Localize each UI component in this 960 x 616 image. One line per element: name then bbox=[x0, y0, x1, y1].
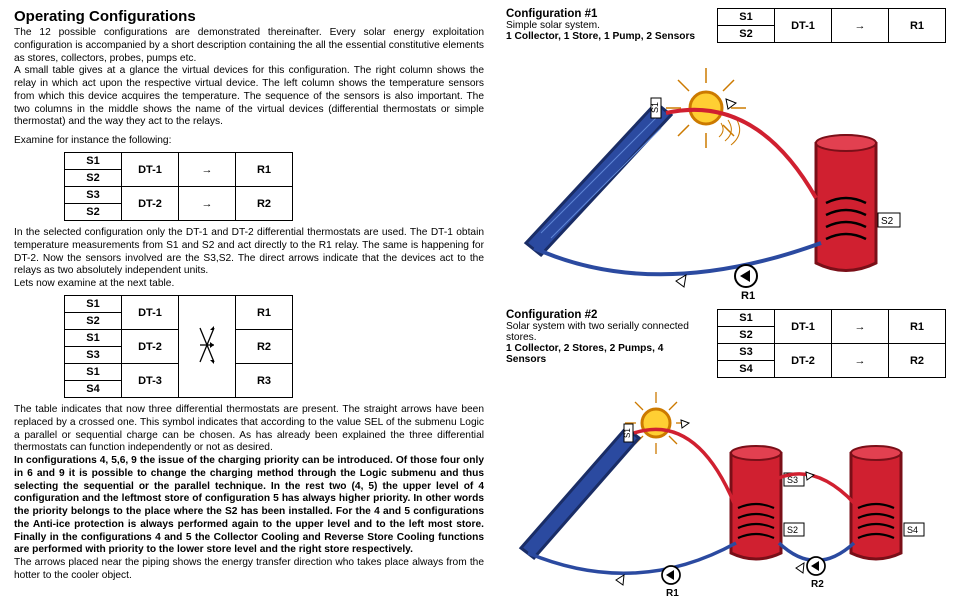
table-b-sensor: S1 bbox=[65, 364, 122, 381]
table-a-sensor: S2 bbox=[65, 170, 122, 187]
examine-line: Examine for instance the following: bbox=[14, 135, 484, 146]
table-a-sensor: S3 bbox=[65, 187, 122, 204]
table-b-device: DT-1 bbox=[122, 296, 179, 330]
table-b-sensor: S1 bbox=[65, 296, 122, 313]
config2-relay: R2 bbox=[889, 344, 946, 378]
arrow-right-icon: → bbox=[832, 344, 889, 378]
config1-relay: R1 bbox=[889, 9, 946, 43]
config2-sensor: S3 bbox=[718, 344, 775, 361]
table-b-sensor: S4 bbox=[65, 381, 122, 398]
config1-summary: 1 Collector, 1 Store, 1 Pump, 2 Sensors bbox=[506, 31, 697, 42]
arrows-note: The arrows placed near the piping shows … bbox=[14, 557, 484, 583]
table-a-sensor: S2 bbox=[65, 204, 122, 221]
arrow-right-icon: → bbox=[832, 310, 889, 344]
table-b-relay: R1 bbox=[236, 296, 293, 330]
config2-sensor: S4 bbox=[718, 361, 775, 378]
arrow-right-icon: → bbox=[832, 9, 889, 43]
s2-label: S2 bbox=[787, 525, 798, 535]
table-a-sensor: S1 bbox=[65, 153, 122, 170]
priority-paragraph: In configurations 4, 5,6, 9 the issue of… bbox=[14, 455, 484, 557]
config1-sensor: S2 bbox=[718, 26, 775, 43]
arrow-right-icon: → bbox=[179, 187, 236, 221]
config2-diagram: S1 S3 S2 S4 R1 bbox=[506, 378, 946, 608]
table-b-relay: R3 bbox=[236, 364, 293, 398]
config2-device-table: S1 DT-1 → R1 S2 S3 DT-2 → R2 S4 bbox=[717, 309, 946, 378]
r1-label: R1 bbox=[666, 588, 679, 599]
table-b-device: DT-3 bbox=[122, 364, 179, 398]
config2-relay: R1 bbox=[889, 310, 946, 344]
intro-paragraph-2: A small table gives at a glance the virt… bbox=[14, 65, 484, 129]
config2-title: Configuration #2 bbox=[506, 309, 697, 321]
config1-title: Configuration #1 bbox=[506, 8, 697, 20]
table-b-sensor: S2 bbox=[65, 313, 122, 330]
r1-label: R1 bbox=[741, 290, 755, 302]
config1-subtitle: Simple solar system. bbox=[506, 20, 697, 31]
config2-sensor: S1 bbox=[718, 310, 775, 327]
intro-paragraph-1: The 12 possible configurations are demon… bbox=[14, 27, 484, 65]
config2-device: DT-2 bbox=[775, 344, 832, 378]
table-b-device: DT-2 bbox=[122, 330, 179, 364]
table-b-sensor: S3 bbox=[65, 347, 122, 364]
config2-sensor: S2 bbox=[718, 327, 775, 344]
s4-label: S4 bbox=[907, 525, 918, 535]
config2-device: DT-1 bbox=[775, 310, 832, 344]
s1-label: S1 bbox=[650, 102, 660, 113]
device-table-b: S1 DT-1 R1 S2 S1 DT-2 bbox=[64, 295, 293, 398]
config1-diagram: S1 S2 R1 bbox=[506, 43, 926, 303]
table-a-relay: R2 bbox=[236, 187, 293, 221]
explain-table-a: In the selected configuration only the D… bbox=[14, 227, 484, 278]
table-a-device: DT-1 bbox=[122, 153, 179, 187]
page-title: Operating Configurations bbox=[14, 8, 484, 25]
s2-label: S2 bbox=[881, 216, 894, 227]
arrow-right-icon: → bbox=[179, 153, 236, 187]
table-a-device: DT-2 bbox=[122, 187, 179, 221]
config1-device: DT-1 bbox=[775, 9, 832, 43]
config2-summary: 1 Collector, 2 Stores, 2 Pumps, 4 Sensor… bbox=[506, 343, 697, 365]
config1-device-table: S1 DT-1 → R1 S2 bbox=[717, 8, 946, 43]
config1-sensor: S1 bbox=[718, 9, 775, 26]
table-a-relay: R1 bbox=[236, 153, 293, 187]
s1-label: S1 bbox=[623, 428, 632, 438]
table-b-sensor: S1 bbox=[65, 330, 122, 347]
crossed-arrows-icon bbox=[179, 296, 236, 398]
table-b-relay: R2 bbox=[236, 330, 293, 364]
r2-label: R2 bbox=[811, 579, 824, 590]
config2-subtitle: Solar system with two serially connected… bbox=[506, 321, 697, 343]
device-table-a: S1 DT-1 → R1 S2 S3 DT-2 → R2 S2 bbox=[64, 152, 293, 221]
examine-next-line: Lets now examine at the next table. bbox=[14, 278, 484, 289]
explain-table-b: The table indicates that now three diffe… bbox=[14, 404, 484, 455]
